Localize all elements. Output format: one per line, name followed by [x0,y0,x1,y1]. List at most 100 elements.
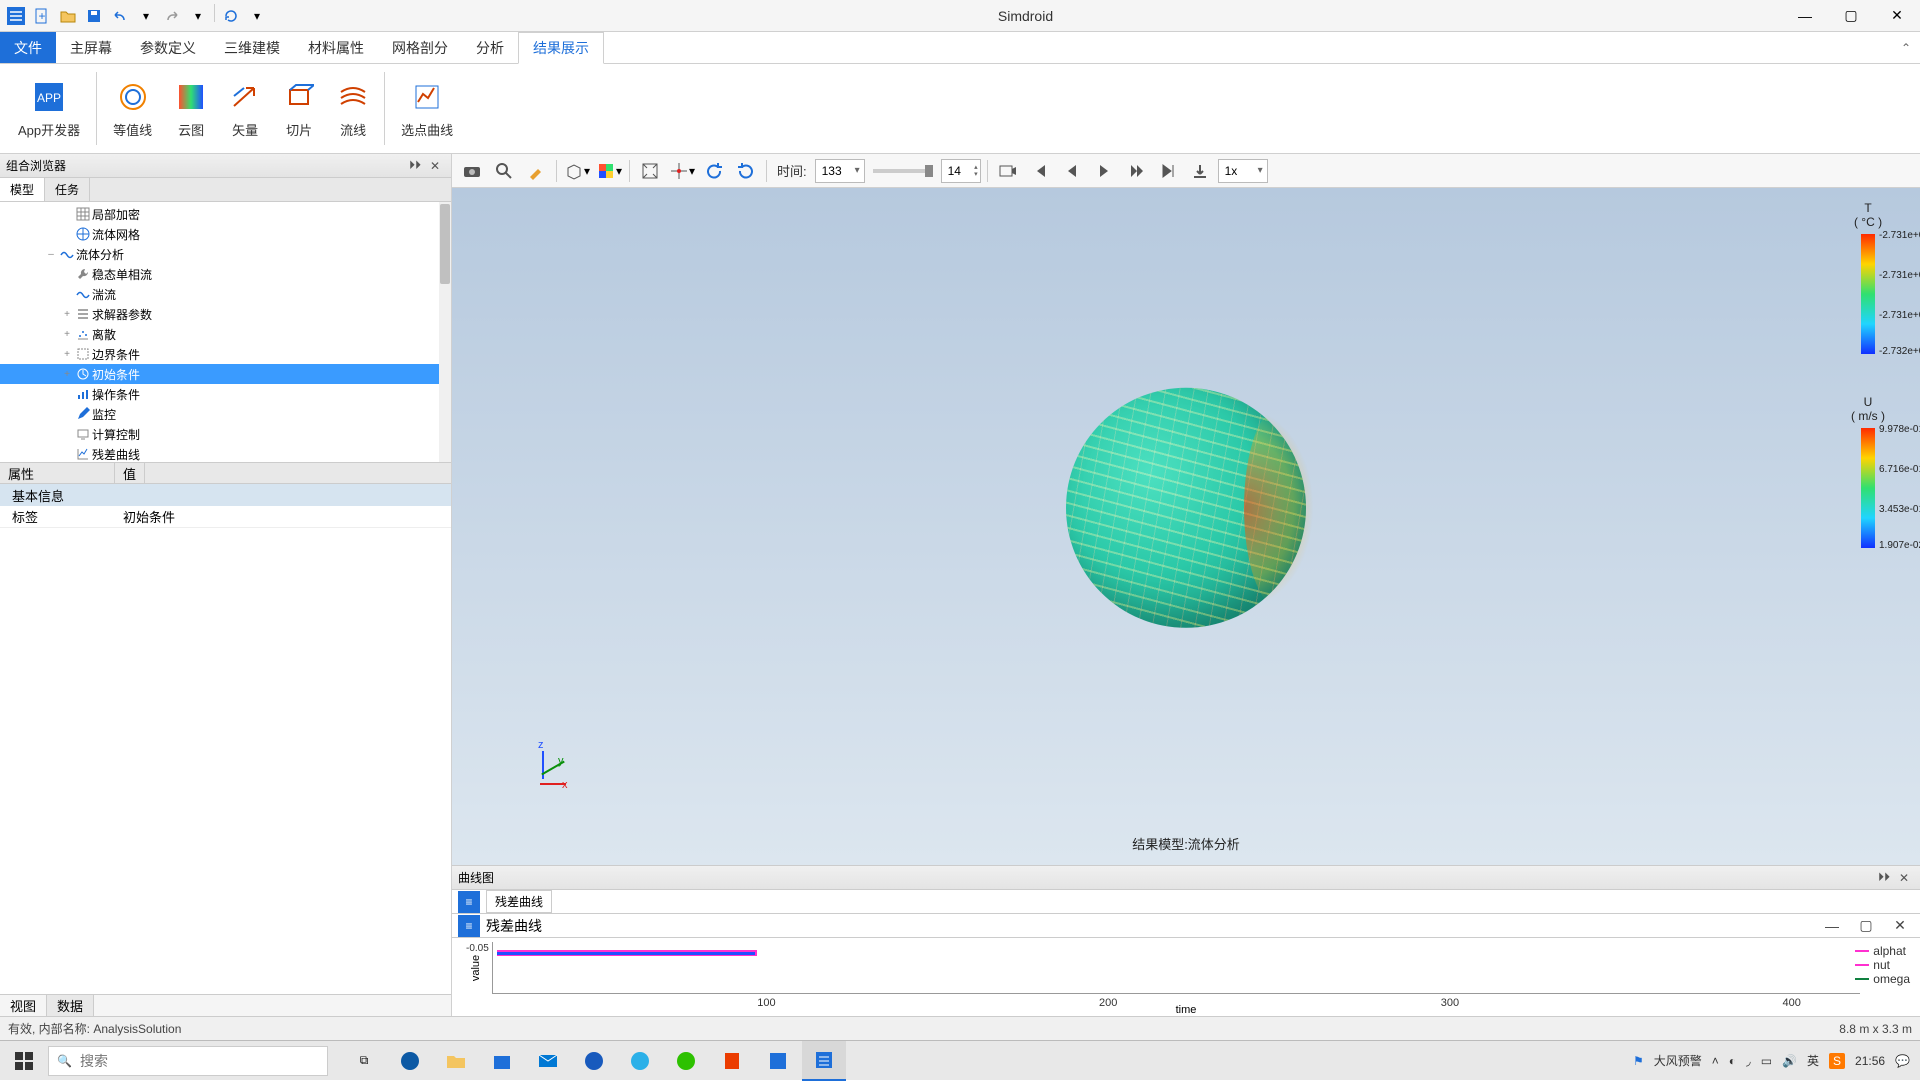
wifi-icon[interactable]: ◞ [1746,1054,1751,1068]
refresh-more-icon[interactable]: ▾ [245,4,269,28]
sync-icon[interactable]: ◐ [1729,1054,1736,1068]
tree-node[interactable]: +离散 [0,324,451,344]
app-logo-icon[interactable] [4,4,28,28]
new-file-icon[interactable]: + [30,4,54,28]
battery-icon[interactable]: ▭ [1761,1054,1772,1068]
frame-spin[interactable]: 14 [941,159,981,183]
cube-color-icon[interactable]: ▾ [595,157,623,185]
tree-tab-model[interactable]: 模型 [0,178,45,201]
save-file-icon[interactable] [82,4,106,28]
curve-max-icon[interactable]: ▢ [1852,917,1880,934]
prop-value[interactable]: 初始条件 [115,507,451,526]
tree-tab-task[interactable]: 任务 [45,178,90,201]
last-icon[interactable] [1154,157,1182,185]
curve-min-icon[interactable]: — [1818,918,1846,934]
undo-icon[interactable] [108,4,132,28]
time-combo[interactable]: 133 [815,159,865,183]
tree-node[interactable]: –流体分析 [0,244,451,264]
view-tab-data[interactable]: 数据 [47,995,94,1016]
clock[interactable]: 21:56 [1855,1054,1885,1068]
tree-node[interactable]: 监控 [0,404,451,424]
curve-forward-icon[interactable]: ⏵⏵ [1874,870,1894,885]
sogou-icon[interactable]: S [1829,1053,1845,1069]
view-tab-view[interactable]: 视图 [0,995,47,1016]
todo-icon[interactable] [572,1041,616,1081]
fit-icon[interactable] [636,157,664,185]
browser-icon[interactable] [618,1041,662,1081]
explorer-icon[interactable] [434,1041,478,1081]
prev-icon[interactable] [1058,157,1086,185]
app1-icon[interactable] [756,1041,800,1081]
office-icon[interactable] [710,1041,754,1081]
expand-icon[interactable]: – [44,249,58,260]
axes-icon[interactable]: ▾ [668,157,696,185]
model-tree[interactable]: 局部加密流体网格–流体分析稳态单相流湍流+求解器参数+离散+边界条件+初始条件操… [0,202,451,462]
tree-node[interactable]: 操作条件 [0,384,451,404]
next-icon[interactable] [1122,157,1150,185]
export-icon[interactable] [1186,157,1214,185]
ribbon-streamline[interactable]: 流线 [326,66,380,151]
first-icon[interactable] [1026,157,1054,185]
cube-icon[interactable]: ▾ [563,157,591,185]
curve-close-icon[interactable]: ✕ [1894,871,1914,885]
tree-node[interactable]: 流体网格 [0,224,451,244]
record-icon[interactable] [994,157,1022,185]
ribbon-cloud[interactable]: 云图 [164,66,218,151]
close-button[interactable]: ✕ [1874,0,1920,32]
open-file-icon[interactable] [56,4,80,28]
ribbon-collapse-icon[interactable]: ⌃ [1892,32,1920,63]
simdroid-task-icon[interactable] [802,1041,846,1081]
redo-icon[interactable] [160,4,184,28]
taskview-icon[interactable]: ⧉ [342,1041,386,1081]
tree-node[interactable]: 湍流 [0,284,451,304]
tray-expand-icon[interactable]: ˄ [1712,1054,1719,1068]
expand-icon[interactable]: + [60,309,74,320]
curve-tab-label[interactable]: 残差曲线 [486,890,552,913]
ime-icon[interactable]: 英 [1807,1052,1819,1069]
tree-node[interactable]: +边界条件 [0,344,451,364]
tree-node[interactable]: +初始条件 [0,364,451,384]
notification-icon[interactable]: 💬 [1895,1054,1910,1068]
rate-combo[interactable]: 1x [1218,159,1268,183]
ribbon-app-dev[interactable]: APP App开发器 [6,66,92,151]
taskbar-search[interactable]: 🔍 [48,1046,328,1076]
undo-more-icon[interactable]: ▾ [134,4,158,28]
brush-icon[interactable] [522,157,550,185]
rotate-left-icon[interactable] [700,157,728,185]
store-icon[interactable] [480,1041,524,1081]
tab-mesh[interactable]: 网格剖分 [378,32,462,63]
ribbon-slice[interactable]: 切片 [272,66,326,151]
time-slider[interactable] [873,169,933,173]
play-icon[interactable] [1090,157,1118,185]
tab-analysis[interactable]: 分析 [462,32,518,63]
tree-node[interactable]: 计算控制 [0,424,451,444]
camera-icon[interactable] [458,157,486,185]
tree-node[interactable]: 稳态单相流 [0,264,451,284]
ribbon-vector[interactable]: 矢量 [218,66,272,151]
zoom-icon[interactable] [490,157,518,185]
panel-forward-icon[interactable]: ⏵⏵ [405,158,425,173]
tab-material[interactable]: 材料属性 [294,32,378,63]
volume-icon[interactable]: 🔊 [1782,1054,1797,1068]
ribbon-contour[interactable]: 等值线 [101,66,164,151]
tree-node[interactable]: +求解器参数 [0,304,451,324]
expand-icon[interactable]: + [60,369,74,380]
wechat-icon[interactable] [664,1041,708,1081]
weather-text[interactable]: 大风预警 [1654,1052,1702,1069]
mail-icon[interactable] [526,1041,570,1081]
redo-more-icon[interactable]: ▾ [186,4,210,28]
weather-icon[interactable]: ⚑ [1633,1054,1644,1068]
curve-chart[interactable]: -0.05 value 100 200 300 400 time alphat … [452,938,1920,1016]
tree-scrollbar[interactable] [439,202,451,462]
search-input[interactable] [80,1053,319,1069]
tab-results[interactable]: 结果展示 [518,32,604,64]
expand-icon[interactable]: + [60,329,74,340]
start-button[interactable] [0,1041,48,1080]
3d-viewport[interactable]: z y x 结果模型:流体分析 T( °C ) -2.731e+02 -2.73… [452,188,1920,865]
tab-home[interactable]: 主屏幕 [56,32,126,63]
tab-param[interactable]: 参数定义 [126,32,210,63]
minimize-button[interactable]: — [1782,0,1828,32]
expand-icon[interactable]: + [60,349,74,360]
edge-icon[interactable] [388,1041,432,1081]
tab-model3d[interactable]: 三维建模 [210,32,294,63]
